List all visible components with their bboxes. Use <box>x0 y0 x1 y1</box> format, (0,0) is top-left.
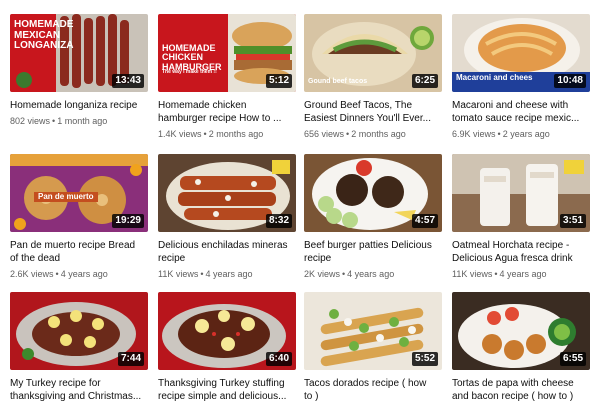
upload-age: 2 months ago <box>208 129 264 139</box>
video-title[interactable]: Homemade longaniza recipe <box>10 99 142 112</box>
thumbnail-overlay-text: Macaroni and chees <box>456 73 533 82</box>
view-count: 2K views <box>304 269 341 279</box>
video-card[interactable]: 6:40 Thanksgiving Turkey stuffing recipe… <box>158 292 296 403</box>
video-duration: 19:29 <box>112 214 144 228</box>
video-duration: 6:40 <box>265 352 292 366</box>
video-thumbnail[interactable]: 3:51 <box>452 154 590 232</box>
thumbnail-overlay-text: HOMEMADE MEXICAN LONGANIZA <box>14 19 74 51</box>
video-duration: 13:43 <box>112 74 144 88</box>
video-title[interactable]: Tacos dorados recipe ( how to ) <box>304 377 436 403</box>
view-count: 11K views <box>452 269 493 279</box>
video-card[interactable]: 4:57 Beef burger patties Delicious recip… <box>304 154 442 280</box>
upload-age: 2 years ago <box>502 129 550 139</box>
video-thumbnail[interactable]: Gound beef tacos 6:25 <box>304 14 442 92</box>
video-title[interactable]: Oatmeal Horchata recipe - Delicious Agua… <box>452 239 584 265</box>
upload-age: 4 years ago <box>205 269 253 279</box>
video-duration: 8:32 <box>265 214 292 228</box>
video-thumbnail[interactable]: 8:32 <box>158 154 296 232</box>
video-thumbnail[interactable]: HOMEMADE MEXICAN LONGANIZA 13:43 <box>10 14 148 92</box>
video-duration: 5:12 <box>265 74 292 88</box>
video-duration: 6:55 <box>559 352 586 366</box>
video-thumbnail[interactable]: Macaroni and chees 10:48 <box>452 14 590 92</box>
video-thumbnail[interactable]: 7:44 <box>10 292 148 370</box>
video-duration: 10:48 <box>554 74 586 88</box>
video-duration: 4:57 <box>411 214 438 228</box>
video-title[interactable]: Ground Beef Tacos, The Easiest Dinners Y… <box>304 99 436 125</box>
video-title[interactable]: Pan de muerto recipe Bread of the dead <box>10 239 142 265</box>
video-duration: 6:25 <box>411 74 438 88</box>
video-meta: 656 views • 2 months ago <box>304 129 406 139</box>
video-card[interactable]: Gound beef tacos 6:25 Ground Beef Tacos,… <box>304 14 442 140</box>
video-card[interactable]: 7:44 My Turkey recipe for thanksgiving a… <box>10 292 148 403</box>
view-count: 1.4K views <box>158 129 202 139</box>
video-title[interactable]: My Turkey recipe for thanksgiving and Ch… <box>10 377 142 403</box>
video-title[interactable]: Beef burger patties Delicious recipe <box>304 239 436 265</box>
video-thumbnail[interactable]: 6:55 <box>452 292 590 370</box>
video-meta: 11K views • 4 years ago <box>158 269 253 279</box>
video-thumbnail[interactable]: 6:40 <box>158 292 296 370</box>
video-meta: 2K views • 4 years ago <box>304 269 395 279</box>
video-meta: 6.9K views • 2 years ago <box>452 129 550 139</box>
video-thumbnail[interactable]: 5:52 <box>304 292 442 370</box>
video-title[interactable]: Delicious enchiladas mineras recipe <box>158 239 290 265</box>
video-duration: 3:51 <box>559 214 586 228</box>
video-thumbnail[interactable]: HOMEMADE CHICKEN HAMBURGER The way I mak… <box>158 14 296 92</box>
view-count: 2.6K views <box>10 269 54 279</box>
video-title[interactable]: Thanksgiving Turkey stuffing recipe simp… <box>158 377 290 403</box>
view-count: 656 views <box>304 129 345 139</box>
thumbnail-overlay-text: Gound beef tacos <box>308 78 368 85</box>
video-title[interactable]: Tortas de papa with cheese and bacon rec… <box>452 377 584 403</box>
video-title[interactable]: Homemade chicken hamburger recipe How to… <box>158 99 290 125</box>
video-meta: 802 views • 1 month ago <box>10 116 108 126</box>
video-meta: 1.4K views • 2 months ago <box>158 129 264 139</box>
video-card[interactable]: Macaroni and chees 10:48 Macaroni and ch… <box>452 14 590 140</box>
video-card[interactable]: Pan de muerto 19:29 Pan de muerto recipe… <box>10 154 148 280</box>
view-count: 11K views <box>158 269 199 279</box>
video-duration: 5:52 <box>411 352 438 366</box>
thumbnail-overlay-text: Pan de muerto <box>34 192 98 203</box>
upload-age: 4 years ago <box>60 269 108 279</box>
video-title[interactable]: Macaroni and cheese with tomato sauce re… <box>452 99 584 125</box>
video-card[interactable]: 5:52 Tacos dorados recipe ( how to ) <box>304 292 442 403</box>
video-thumbnail[interactable]: 4:57 <box>304 154 442 232</box>
upload-age: 4 years ago <box>347 269 395 279</box>
video-meta: 2.6K views • 4 years ago <box>10 269 108 279</box>
video-card[interactable]: HOMEMADE CHICKEN HAMBURGER The way I mak… <box>158 14 296 140</box>
video-card[interactable]: 8:32 Delicious enchiladas mineras recipe… <box>158 154 296 280</box>
thumbnail-overlay-subtext: The way I make them !! <box>162 69 217 75</box>
upload-age: 4 years ago <box>499 269 547 279</box>
video-meta: 11K views • 4 years ago <box>452 269 547 279</box>
video-card[interactable]: 6:55 Tortas de papa with cheese and baco… <box>452 292 590 403</box>
upload-age: 1 month ago <box>57 116 108 126</box>
video-card[interactable]: 3:51 Oatmeal Horchata recipe - Delicious… <box>452 154 590 280</box>
video-duration: 7:44 <box>117 352 144 366</box>
upload-age: 2 months ago <box>351 129 406 139</box>
view-count: 6.9K views <box>452 129 496 139</box>
video-card[interactable]: HOMEMADE MEXICAN LONGANIZA 13:43 Homemad… <box>10 14 148 127</box>
view-count: 802 views <box>10 116 51 126</box>
video-thumbnail[interactable]: Pan de muerto 19:29 <box>10 154 148 232</box>
